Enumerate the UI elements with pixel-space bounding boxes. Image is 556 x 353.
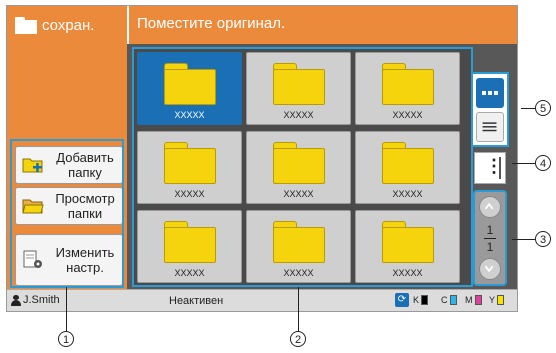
callout-2: 2 [290, 331, 306, 347]
folder-icon [382, 142, 434, 184]
button-group-highlight [10, 139, 124, 288]
folder-tile[interactable]: XXXXX [246, 52, 351, 125]
user-icon [11, 294, 21, 306]
folder-name: XXXXX [392, 189, 423, 199]
ink-status-icon: ⟳ [395, 293, 409, 307]
folder-name: XXXXX [392, 110, 423, 120]
list-view-button[interactable] [476, 112, 504, 142]
status-bar: J.Smith Неактивен ⟳ K C M Y [7, 289, 517, 311]
folder-name: XXXXX [174, 268, 205, 278]
chevron-up-icon [484, 202, 494, 210]
callout-4: 4 [535, 155, 551, 171]
folder-tile[interactable]: XXXXX [355, 52, 460, 125]
folder-tile[interactable]: XXXXX [355, 131, 460, 204]
page-down-button[interactable] [479, 258, 501, 280]
folder-icon [15, 16, 37, 34]
user-name: J.Smith [23, 294, 60, 306]
ink-y: Y [489, 295, 505, 305]
folder-grid: XXXXX XXXXX XXXXX XXXXX XXXXX XXXXX XXXXX XXXXX… [132, 47, 473, 287]
box-title-label: сохран. [42, 16, 95, 34]
folder-tile[interactable]: XXXXX [355, 210, 460, 283]
callout-3-line [512, 239, 535, 240]
folder-name: XXXXX [392, 268, 423, 278]
callout-4-line [512, 163, 535, 164]
callout-1-line [66, 287, 67, 331]
ink-c-level [449, 295, 457, 305]
callout-2-line [298, 287, 299, 331]
folder-icon [273, 142, 325, 184]
message-text: Поместите оригинал. [137, 15, 286, 32]
ink-c-label: C [441, 295, 448, 305]
ink-y-label: Y [489, 295, 496, 305]
folder-name: XXXXX [283, 110, 314, 120]
ink-k: K [413, 295, 429, 305]
view-toggle-group [471, 72, 509, 147]
page-navigator: 1 1 [473, 190, 507, 286]
callout-5: 5 [535, 100, 551, 116]
folder-icon [273, 221, 325, 263]
more-options-button[interactable]: ⋮ [474, 152, 506, 184]
page-divider [484, 238, 496, 239]
folder-tile[interactable]: XXXXX [137, 52, 242, 125]
folder-name: XXXXX [174, 189, 205, 199]
folder-icon [382, 221, 434, 263]
ink-k-level [421, 295, 429, 305]
folder-icon [164, 221, 216, 263]
box-title: сохран. [7, 6, 127, 44]
ink-k-label: K [413, 295, 420, 305]
message-bar: Поместите оригинал. [127, 6, 517, 44]
callout-3: 3 [535, 231, 551, 247]
list-view-icon [482, 122, 497, 132]
folder-tile[interactable]: XXXXX [137, 210, 242, 283]
ink-m-label: M [465, 295, 473, 305]
scroll-indicator [499, 157, 501, 179]
user-indicator[interactable]: J.Smith [11, 294, 60, 306]
page-up-button[interactable] [479, 196, 501, 218]
ink-c: C [441, 295, 457, 305]
callout-1: 1 [58, 331, 74, 347]
folder-tile[interactable]: XXXXX [246, 131, 351, 204]
folder-icon [164, 63, 216, 105]
callout-5-line [521, 108, 535, 109]
folder-name: XXXXX [283, 189, 314, 199]
folder-icon [164, 142, 216, 184]
left-panel: сохран. Добавить папку Просмотр папки Из… [7, 6, 127, 289]
control-panel-screen: сохран. Добавить папку Просмотр папки Из… [6, 5, 518, 312]
folder-icon [273, 63, 325, 105]
thumbnail-view-button[interactable] [476, 78, 504, 108]
ink-y-level [497, 295, 505, 305]
chevron-down-icon [484, 265, 494, 273]
total-pages: 1 [486, 240, 494, 254]
ink-m: M [465, 295, 482, 305]
folder-tile[interactable]: XXXXX [246, 210, 351, 283]
folder-icon [382, 63, 434, 105]
folder-name: XXXXX [283, 268, 314, 278]
machine-status: Неактивен [169, 295, 224, 307]
folder-tile[interactable]: XXXXX [137, 131, 242, 204]
current-page: 1 [486, 223, 494, 237]
ink-m-level [474, 295, 482, 305]
grid-view-icon [482, 91, 498, 95]
folder-name: XXXXX [174, 110, 205, 120]
